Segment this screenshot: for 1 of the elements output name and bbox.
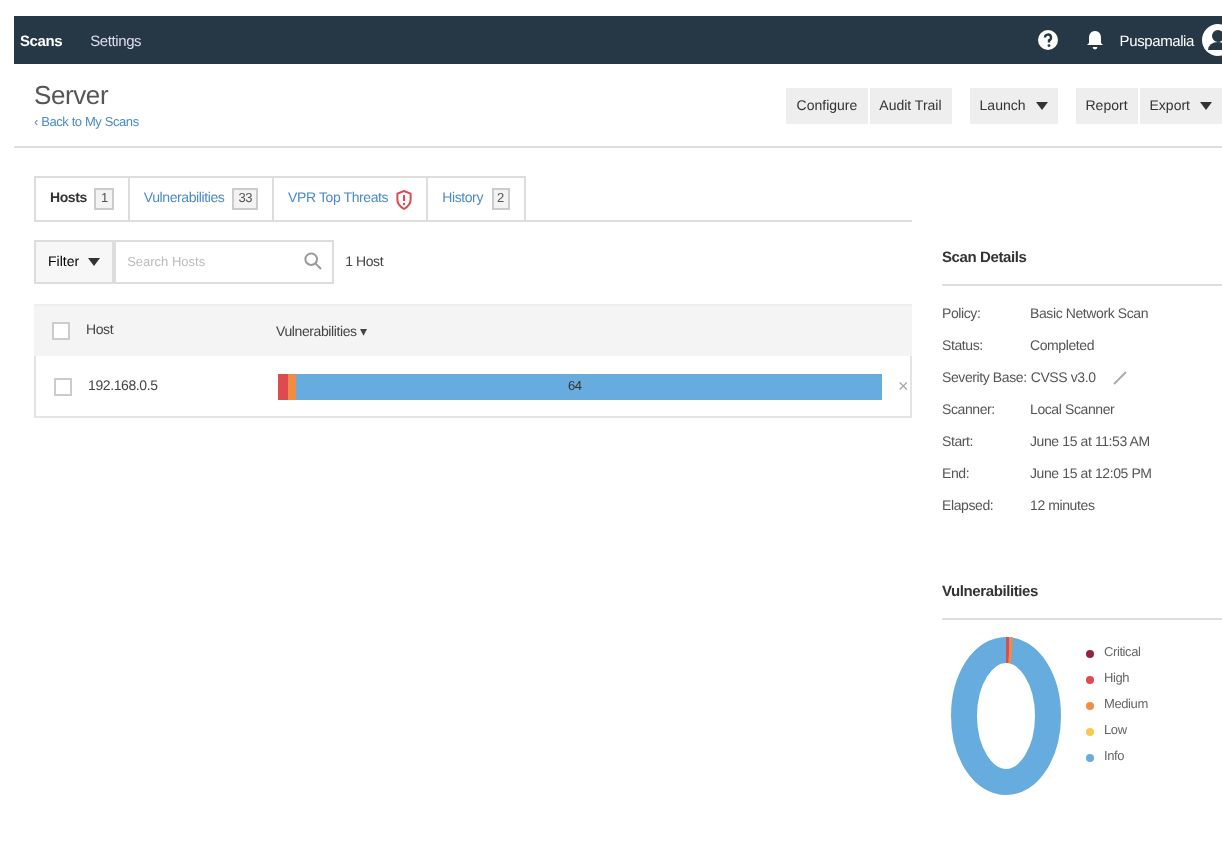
page-title: Server bbox=[34, 80, 111, 110]
